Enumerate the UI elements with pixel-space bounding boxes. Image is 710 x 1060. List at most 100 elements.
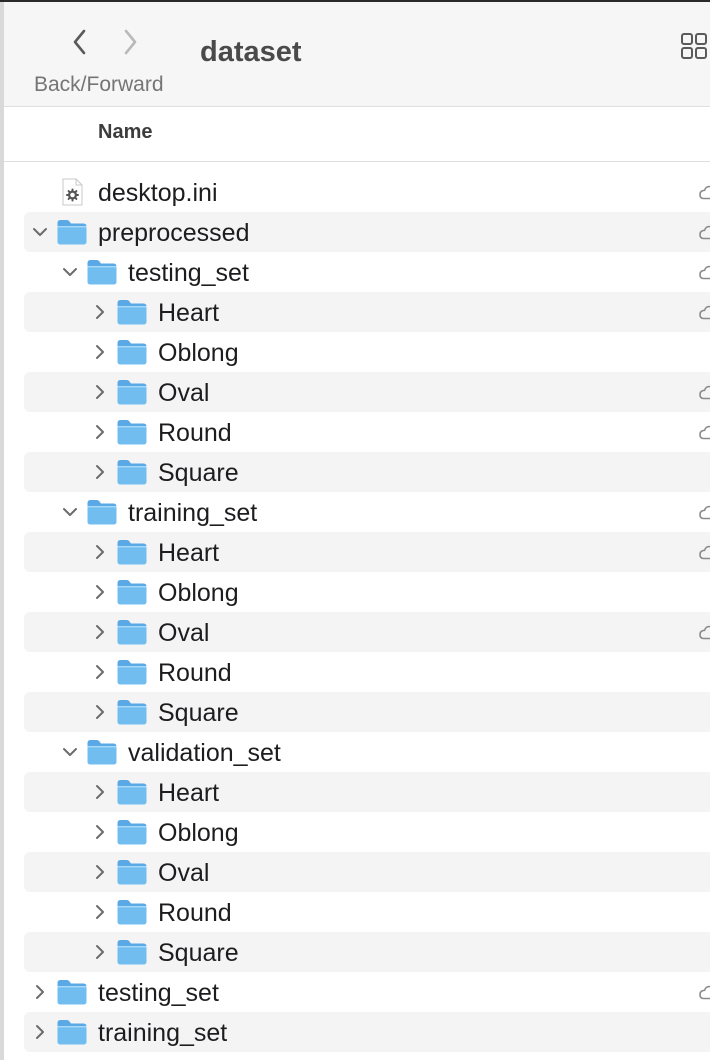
list-item[interactable]: Heart [24,292,710,332]
item-name: Round [158,659,232,687]
disclosure-collapsed-button[interactable] [28,980,52,1004]
list-item[interactable]: Oblong [24,812,710,852]
back-forward-label: Back/Forward [34,73,164,96]
chevron-right-icon [96,945,104,959]
item-name: Oblong [158,579,239,607]
list-item[interactable]: Oval [24,852,710,892]
disclosure-expanded-button[interactable] [58,740,82,764]
chevron-down-icon [63,268,77,276]
window-title: dataset [200,36,302,68]
disclosure-collapsed-button[interactable] [88,300,112,324]
disclosure-collapsed-button[interactable] [88,860,112,884]
chevron-right-icon [96,905,104,919]
list-item[interactable]: Round [24,892,710,932]
cloud-status-icon[interactable] [698,502,710,522]
disclosure-collapsed-button[interactable] [28,1020,52,1044]
disclosure-collapsed-button[interactable] [88,340,112,364]
item-name: preprocessed [98,219,250,247]
folder-icon [116,418,148,446]
list-item[interactable]: Heart [24,772,710,812]
folder-icon [116,458,148,486]
disclosure-collapsed-button[interactable] [88,460,112,484]
cloud-status-icon[interactable] [698,302,710,322]
disclosure-collapsed-button[interactable] [88,820,112,844]
folder-icon [86,258,118,286]
folder-icon [116,578,148,606]
finder-window: Back/Forward dataset Name desktop.ini pre… [0,0,710,1060]
folder-icon [56,218,88,246]
list-item[interactable]: testing_set [24,972,710,1012]
item-name: Oval [158,859,210,887]
disclosure-collapsed-button[interactable] [88,380,112,404]
chevron-right-icon [96,865,104,879]
list-item[interactable]: Oblong [24,572,710,612]
disclosure-expanded-button[interactable] [58,500,82,524]
list-item[interactable]: testing_set [24,252,710,292]
settings-file-icon [56,178,88,206]
disclosure-collapsed-button[interactable] [88,620,112,644]
cloud-status-icon[interactable] [698,262,710,282]
chevron-right-icon [96,305,104,319]
list-header: Name [4,107,710,162]
list-item[interactable]: Square [24,932,710,972]
item-name: Square [158,459,239,487]
list-item[interactable]: Oblong [24,332,710,372]
disclosure-collapsed-button[interactable] [88,420,112,444]
disclosure-collapsed-button[interactable] [88,900,112,924]
disclosure-collapsed-button[interactable] [88,580,112,604]
chevron-right-icon [96,545,104,559]
cloud-status-icon[interactable] [698,422,710,442]
list-item[interactable]: Oval [24,372,710,412]
folder-icon [116,338,148,366]
disclosure-expanded-button[interactable] [58,260,82,284]
chevron-right-icon [96,345,104,359]
cloud-status-icon[interactable] [698,222,710,242]
name-column-header[interactable]: Name [98,121,152,144]
disclosure-collapsed-button[interactable] [88,540,112,564]
list-item[interactable]: preprocessed [24,212,710,252]
chevron-right-icon [96,585,104,599]
list-item[interactable]: training_set [24,492,710,532]
folder-icon [116,698,148,726]
chevron-right-icon [96,385,104,399]
item-name: testing_set [98,979,219,1007]
cloud-status-icon[interactable] [698,982,710,1002]
forward-button[interactable] [112,24,148,60]
folder-icon [116,658,148,686]
chevron-right-icon [96,705,104,719]
disclosure-collapsed-button[interactable] [88,660,112,684]
cloud-status-icon[interactable] [698,542,710,562]
list-item[interactable]: Round [24,412,710,452]
disclosure-collapsed-button[interactable] [88,940,112,964]
chevron-right-icon [124,29,137,55]
list-item[interactable]: validation_set [24,732,710,772]
list-item[interactable]: Oval [24,612,710,652]
cloud-status-icon[interactable] [698,622,710,642]
folder-icon [116,538,148,566]
cloud-status-icon[interactable] [698,182,710,202]
chevron-right-icon [96,625,104,639]
folder-icon [116,938,148,966]
folder-icon [116,778,148,806]
list-item[interactable]: Square [24,692,710,732]
back-button[interactable] [62,24,98,60]
view-options-button[interactable] [680,30,710,60]
item-name: Heart [158,779,220,807]
list-item[interactable]: Heart [24,532,710,572]
disclosure-collapsed-button[interactable] [88,700,112,724]
folder-icon [116,618,148,646]
list-item[interactable]: Round [24,652,710,692]
item-name: Oblong [158,819,239,847]
folder-icon [56,1018,88,1046]
disclosure-expanded-button[interactable] [28,220,52,244]
chevron-right-icon [96,665,104,679]
chevron-down-icon [63,508,77,516]
list-item[interactable]: desktop.ini [24,172,710,212]
item-name: Square [158,699,239,727]
list-item[interactable]: training_set [24,1012,710,1052]
item-name: Heart [158,539,220,567]
list-item[interactable]: Square [24,452,710,492]
cloud-status-icon[interactable] [698,382,710,402]
chevron-right-icon [96,465,104,479]
disclosure-collapsed-button[interactable] [88,780,112,804]
